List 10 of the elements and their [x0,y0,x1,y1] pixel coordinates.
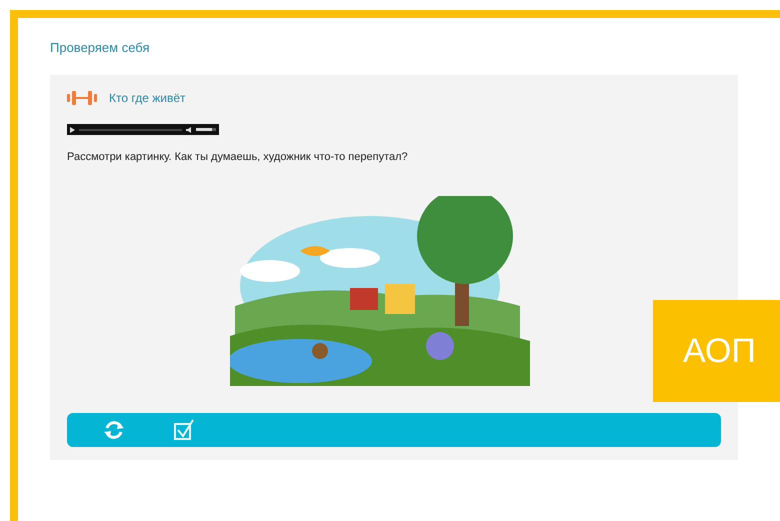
dumbbell-icon [67,91,97,105]
play-icon[interactable] [70,126,75,132]
label-badge: АОП [653,300,780,402]
volume-track[interactable] [196,128,216,131]
checkbox-icon[interactable] [173,419,195,441]
section-title: Проверяем себя [50,39,150,57]
question-text: Рассмотри картинку. Как ты думаешь, художник что-то перепутал? [67,150,409,165]
audio-player[interactable] [67,124,219,135]
volume-icon[interactable] [186,126,192,132]
exercise-title: Кто где живёт [109,90,186,107]
